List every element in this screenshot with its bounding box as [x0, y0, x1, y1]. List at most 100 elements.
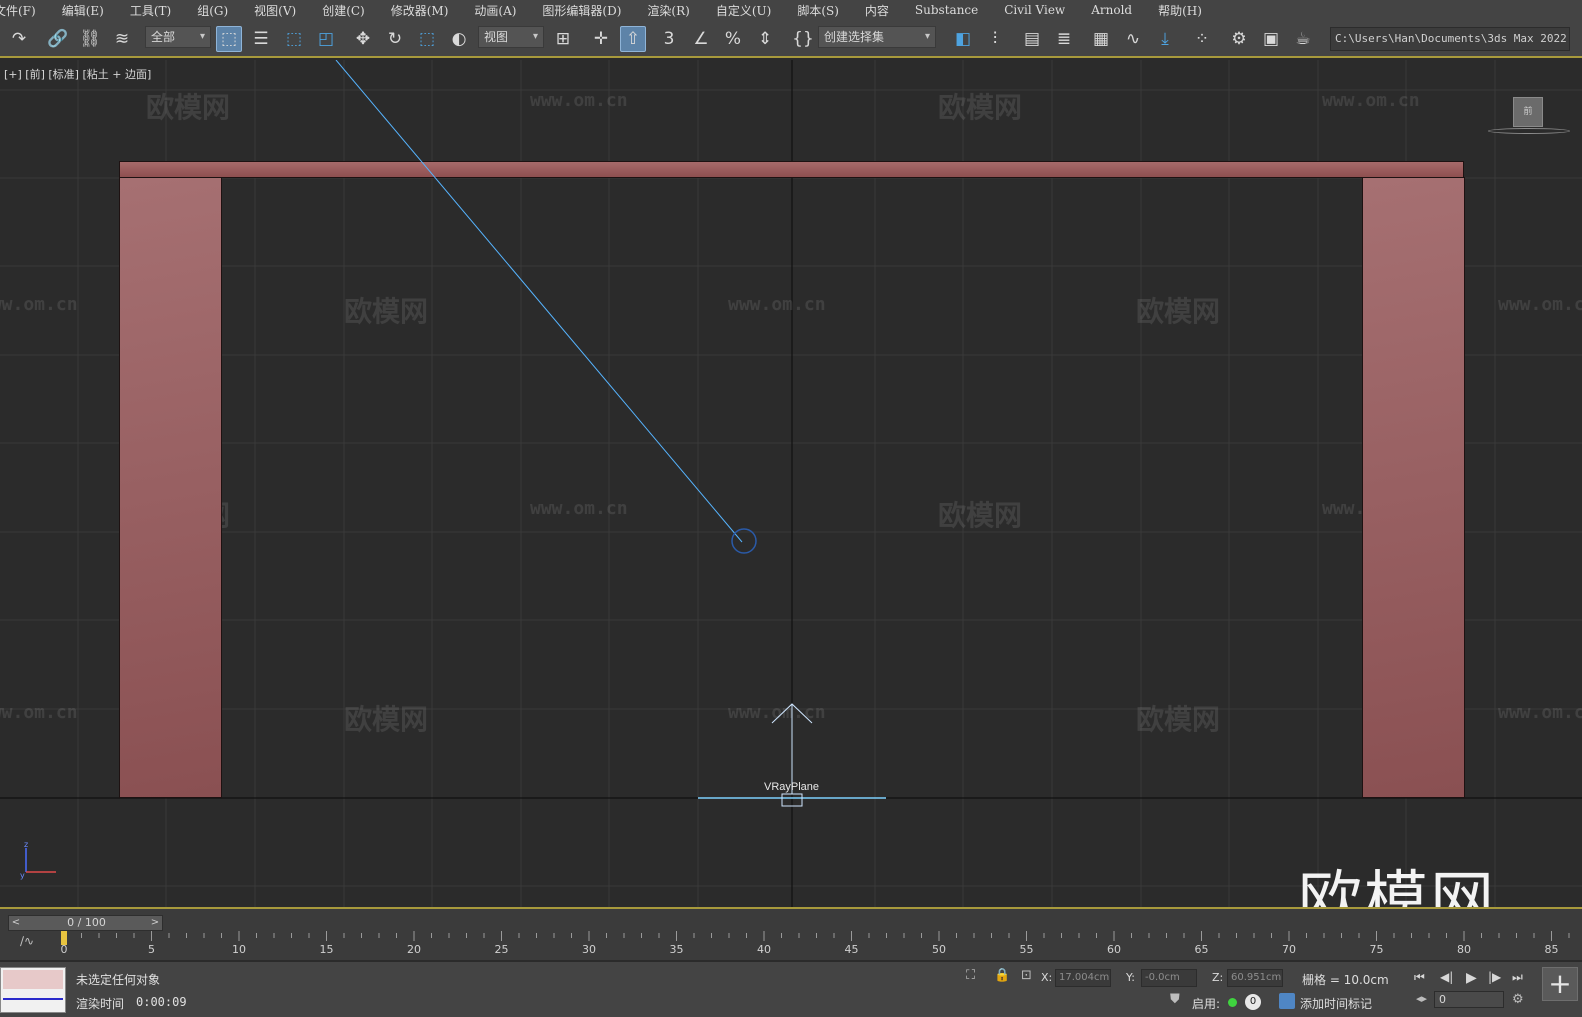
mini-curve-editor-icon[interactable]: ∕∿	[20, 934, 34, 948]
align-icon[interactable]: ⫶	[982, 26, 1008, 52]
ribbon-toggle-icon[interactable]: ▦	[1088, 26, 1114, 52]
snaps-toggle-icon[interactable]: 3	[656, 26, 682, 52]
reference-coord-dropdown[interactable]: 视图	[478, 26, 544, 48]
timeline-tick-label: 20	[407, 943, 421, 956]
time-configuration-icon[interactable]: ⚙	[1512, 992, 1524, 1007]
next-frame-icon[interactable]: |▶	[1488, 970, 1501, 984]
menu-item[interactable]: 动画(A)	[461, 2, 529, 19]
z-coord-label: Z:	[1212, 971, 1224, 984]
pivot-icon[interactable]: ⊞	[550, 26, 576, 52]
main-toolbar: ↷ 🔗 ⛓ ≋ 全部 ⬚ ☰ ⬚ ◰ ✥ ↻ ⬚ ◐ 视图 ⊞ ✛ ⇧ 3 ∠ …	[0, 20, 1582, 58]
menu-item[interactable]: 图形编辑器(D)	[529, 2, 634, 19]
menu-item[interactable]: 内容	[852, 2, 902, 19]
manipulate-icon[interactable]: ✛	[588, 26, 614, 52]
select-by-name-icon[interactable]: ☰	[248, 26, 274, 52]
spinner-snap-icon[interactable]: ⇕	[752, 26, 778, 52]
rect-selection-icon[interactable]: ⬚	[281, 26, 307, 52]
menu-item[interactable]: 视图(V)	[241, 2, 309, 19]
edit-named-selection-icon[interactable]: {}	[790, 26, 816, 52]
vrayplane-label[interactable]: VRayPlane	[764, 781, 819, 793]
window-crossing-icon[interactable]: ◰	[313, 26, 339, 52]
viewcube-compass-ring[interactable]	[1488, 128, 1570, 134]
menu-item[interactable]: 渲染(R)	[634, 2, 702, 19]
selection-filter-dropdown[interactable]: 全部	[145, 26, 211, 48]
front-viewport[interactable]: [+] [前] [标准] [粘土 + 边面] 欧模网 www.om.cn 欧模网…	[0, 60, 1582, 907]
menu-item[interactable]: 工具(T)	[117, 2, 184, 19]
menu-item[interactable]: Substance	[902, 3, 991, 17]
create-panel-plus-button[interactable]: +	[1542, 967, 1578, 1001]
redo-icon[interactable]: ↷	[6, 26, 32, 52]
menu-item[interactable]: 脚本(S)	[784, 2, 852, 19]
bind-space-warp-icon[interactable]: ≋	[109, 26, 135, 52]
enable-count-badge[interactable]: 0	[1245, 994, 1261, 1010]
timeline-tick-label: 45	[845, 943, 859, 956]
x-coord-label: X:	[1041, 971, 1053, 984]
named-selection-dropdown[interactable]: 创建选择集	[818, 26, 936, 48]
scene-explorer-icon[interactable]: ▤	[1019, 26, 1045, 52]
timeline-tick-label: 30	[582, 943, 596, 956]
menu-item[interactable]: 文件(F)	[0, 2, 49, 19]
goto-end-icon[interactable]: ⏭	[1512, 970, 1523, 985]
keyboard-shortcut-override-icon[interactable]: ⇧	[620, 26, 646, 52]
timeline-tick-label: 5	[148, 943, 155, 956]
scale-icon[interactable]: ⬚	[414, 26, 440, 52]
goto-start-icon[interactable]: ⏮	[1414, 970, 1425, 985]
viewcube-icon[interactable]: 前	[1513, 97, 1543, 127]
selection-lock-icon[interactable]: 🔒	[994, 968, 1010, 983]
move-icon[interactable]: ✥	[350, 26, 376, 52]
rotate-icon[interactable]: ↻	[382, 26, 408, 52]
select-object-icon[interactable]: ⬚	[216, 26, 242, 52]
timeline-tick-label: 80	[1457, 943, 1471, 956]
time-slider-next-button[interactable]: >	[148, 916, 162, 930]
status-bar: 未选定任何对象 渲染时间 0:00:09 ⛶ 🔒 ⊡ X: 17.004cm Y…	[0, 962, 1582, 1017]
layer-explorer-icon[interactable]: ≣	[1051, 26, 1077, 52]
svg-text:y: y	[20, 871, 25, 880]
timeline-tick-label: 65	[1195, 943, 1209, 956]
menu-item[interactable]: 创建(C)	[309, 2, 378, 19]
link-icon[interactable]: 🔗	[45, 26, 71, 52]
menu-item[interactable]: 修改器(M)	[378, 2, 462, 19]
timeline-ruler[interactable]: 0 5 10 15 20 25 30 35 40 45 50 55 60 65 70 75 80 85	[57, 931, 1582, 957]
y-coord-field[interactable]: -0.0cm	[1141, 969, 1197, 987]
timeline-tick-label: 55	[1020, 943, 1034, 956]
menu-item[interactable]: Civil View	[991, 3, 1078, 17]
render-teapot-icon[interactable]: ☕	[1290, 26, 1316, 52]
placement-icon[interactable]: ◐	[446, 26, 472, 52]
add-time-tag-button[interactable]: 添加时间标记	[1300, 995, 1372, 1012]
dope-sheet-icon[interactable]: ⤓	[1152, 26, 1178, 52]
render-setup-icon[interactable]: ⚙	[1226, 26, 1252, 52]
time-cursor[interactable]	[61, 931, 67, 945]
menu-item[interactable]: 组(G)	[184, 2, 241, 19]
menu-item[interactable]: 帮助(H)	[1145, 2, 1215, 19]
mirror-icon[interactable]: ◧	[950, 26, 976, 52]
angle-snap-icon[interactable]: ∠	[688, 26, 714, 52]
play-icon[interactable]: ▶	[1466, 970, 1477, 986]
menu-item[interactable]: 编辑(E)	[49, 2, 117, 19]
unlink-icon[interactable]: ⛓	[77, 26, 103, 52]
timeline-tick-label: 10	[232, 943, 246, 956]
time-tag-icon[interactable]	[1279, 993, 1295, 1009]
menu-item[interactable]: 自定义(U)	[703, 2, 784, 19]
light-target-icon	[731, 528, 757, 554]
maxscript-mini-listener[interactable]	[0, 967, 66, 1013]
adaptive-degradation-icon[interactable]: ⛊	[1170, 992, 1180, 1007]
time-slider[interactable]: < 0 / 100 >	[8, 915, 163, 931]
rendered-frame-window-icon[interactable]: ▣	[1258, 26, 1284, 52]
menu-bar: 文件(F) 编辑(E) 工具(T) 组(G) 视图(V) 创建(C) 修改器(M) 动画(A)…	[0, 0, 1582, 20]
schematic-view-icon[interactable]: ⁘	[1189, 26, 1215, 52]
key-mode-icon[interactable]: ◂▸	[1416, 992, 1427, 1005]
curve-editor-icon[interactable]: ∿	[1120, 26, 1146, 52]
previous-frame-icon[interactable]: ◀|	[1440, 970, 1453, 984]
isolate-selection-icon[interactable]: ⛶	[966, 968, 975, 983]
x-coord-field[interactable]: 17.004cm	[1055, 969, 1111, 987]
enable-label: 启用:	[1192, 997, 1221, 1011]
light-target-line	[335, 60, 743, 543]
absolute-mode-icon[interactable]: ⊡	[1021, 968, 1032, 983]
time-slider-prev-button[interactable]: <	[9, 916, 23, 930]
percent-snap-icon[interactable]: %	[720, 26, 746, 52]
project-path-field[interactable]: C:\Users\Han\Documents\3ds Max 2022	[1330, 27, 1570, 51]
z-coord-field[interactable]: 60.951cm	[1227, 969, 1283, 987]
menu-item[interactable]: Arnold	[1078, 3, 1145, 17]
timeline-tick-label: 15	[320, 943, 334, 956]
current-frame-field[interactable]: 0	[1434, 991, 1504, 1008]
